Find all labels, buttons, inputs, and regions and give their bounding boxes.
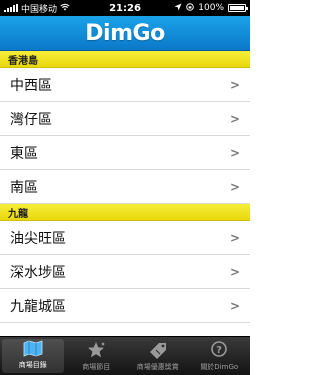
carrier-label: 中国移动 — [21, 4, 58, 15]
wifi-icon — [60, 3, 70, 14]
tab-about[interactable]: ? 關於DimGo — [189, 337, 251, 375]
tab-label: 關於DimGo — [200, 363, 239, 371]
list-item-label: 東區 — [10, 145, 38, 162]
chevron-right-icon: > — [229, 111, 240, 126]
list-item[interactable]: 南區 > — [0, 170, 250, 204]
list-item-label: 灣仔區 — [10, 111, 52, 128]
tab-label: 商場目錄 — [18, 361, 47, 369]
signal-icon — [4, 4, 18, 12]
app-logo: DimGo — [85, 20, 165, 46]
list-item[interactable]: 中西區 > — [0, 68, 250, 102]
chevron-right-icon: > — [229, 145, 240, 160]
battery-percent: 100% — [198, 3, 224, 13]
chevron-right-icon: > — [229, 264, 240, 279]
svg-text:?: ? — [216, 345, 222, 356]
status-left: 中国移动 — [4, 2, 70, 15]
status-bar: 中国移动 21:26 100% — [0, 0, 250, 16]
list-item[interactable]: 深水埗區 > — [0, 255, 250, 289]
list-item[interactable]: 灣仔區 > — [0, 102, 250, 136]
star-icon — [83, 341, 109, 359]
chevron-right-icon: > — [229, 179, 240, 194]
chevron-right-icon: > — [229, 298, 240, 313]
app-header: DimGo — [0, 16, 250, 51]
list-item-label: 油尖旺區 — [10, 230, 66, 247]
list-item[interactable]: 東區 > — [0, 136, 250, 170]
info-icon: ? — [206, 341, 232, 359]
list-item-label: 中西區 — [10, 77, 52, 94]
chevron-right-icon: > — [229, 77, 240, 92]
list-item[interactable]: 九龍城區 > — [0, 289, 250, 323]
tab-mall-offers[interactable]: 商場優惠獎賞 — [127, 337, 189, 375]
list-item-label: 深水埗區 — [10, 264, 66, 281]
district-list[interactable]: 香港島 中西區 > 灣仔區 > 東區 > 南區 > 九龍 油尖旺區 > 深水埗區… — [0, 51, 250, 336]
list-item-label: 南區 — [10, 179, 38, 196]
coupon-icon — [145, 341, 171, 359]
location-icon — [174, 3, 182, 14]
tab-label: 商場優惠獎賞 — [136, 363, 179, 371]
chevron-right-icon: > — [229, 230, 240, 245]
section-header-hk-island: 香港島 — [0, 51, 250, 68]
tab-bar: 商場目錄 商場節目 商場優惠獎賞 ? 關於DimGo — [0, 336, 250, 375]
tab-mall-events[interactable]: 商場節目 — [66, 337, 128, 375]
tab-label: 商場節目 — [82, 363, 111, 371]
map-icon — [20, 339, 46, 357]
status-right: 100% — [174, 2, 248, 14]
list-item[interactable]: 油尖旺區 > — [0, 221, 250, 255]
section-header-kowloon: 九龍 — [0, 204, 250, 221]
list-item-label: 九龍城區 — [10, 298, 66, 315]
lock-rotation-icon — [186, 2, 195, 14]
battery-icon — [228, 4, 248, 12]
tab-mall-directory[interactable]: 商場目錄 — [2, 339, 64, 373]
